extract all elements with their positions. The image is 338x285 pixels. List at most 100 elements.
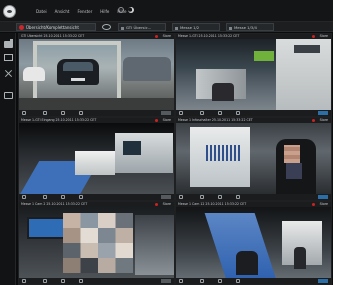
layout-tab-overview[interactable]: Übersicht/Komplettansicht	[16, 23, 96, 31]
menu-item-help[interactable]: Hilfe	[100, 9, 109, 14]
camera-icon[interactable]	[4, 39, 13, 48]
audio-icon[interactable]	[236, 279, 240, 283]
app-logo-icon[interactable]	[3, 5, 16, 18]
record-indicator-icon	[155, 203, 158, 206]
video-feed[interactable]	[176, 123, 331, 194]
record-indicator-icon	[312, 35, 315, 38]
tools-icon[interactable]	[4, 70, 13, 77]
tile-controls	[19, 110, 174, 116]
video-surveillance-app: Datei Ansicht Fenster Hilfe Hilfe Übersi…	[0, 0, 333, 285]
tile-controls	[176, 194, 331, 200]
camera-tile[interactable]: Messe 1-GTI Eingang 25.10.2011 15:33:22 …	[18, 117, 175, 201]
ptz-icon[interactable]	[179, 111, 183, 115]
tab-gti-overview[interactable]: GTI Übersic...	[118, 23, 166, 31]
tab-messe-1-3-4[interactable]: Messe 1/3/4	[226, 23, 274, 31]
video-feed[interactable]	[176, 39, 331, 110]
tab-label: GTI Übersic...	[126, 25, 152, 30]
store-badge: Store	[319, 118, 328, 122]
store-badge: Store	[319, 202, 328, 206]
camera-title: Messe 1-GTI 25.10.2011 15:33:22 CET	[178, 34, 240, 38]
car	[23, 67, 45, 81]
camera-tile[interactable]: Messe 1 Cam 12 25.10.2011 15:33:22 CET S…	[175, 201, 332, 285]
camera-title: Messe 1-GTI Eingang 25.10.2011 15:33:22 …	[21, 118, 97, 122]
video-feed[interactable]	[19, 123, 174, 194]
menu-item-view[interactable]: Ansicht	[55, 9, 70, 14]
stream-selector[interactable]	[318, 279, 328, 283]
car	[57, 59, 99, 85]
store-badge: Store	[162, 118, 171, 122]
counter	[75, 151, 115, 175]
ptz-icon[interactable]	[179, 279, 183, 283]
toolbar: Übersicht/Komplettansicht GTI Übersic...…	[0, 22, 333, 32]
ptz-icon[interactable]	[22, 195, 26, 199]
ptz-icon[interactable]	[179, 195, 183, 199]
car	[123, 57, 171, 81]
snapshot-icon[interactable]	[61, 195, 65, 199]
menu-item-window[interactable]: Fenster	[77, 9, 92, 14]
ptz-icon[interactable]	[22, 279, 26, 283]
camera-tile[interactable]: GTI Übersicht 25.10.2011 15:33:22 CET St…	[18, 33, 175, 117]
tab-messe-1-2[interactable]: Messe 1/2	[172, 23, 220, 31]
audio-icon[interactable]	[79, 279, 83, 283]
sign-lettering	[206, 145, 240, 161]
ptz-icon[interactable]	[22, 111, 26, 115]
layout-tab-label: Übersicht/Komplettansicht	[26, 25, 79, 30]
stream-selector[interactable]	[318, 195, 328, 199]
camera-tile[interactable]: Messe 1 Cam 2 25.10.2011 15:33:22 CET St…	[18, 201, 175, 285]
stream-selector[interactable]	[161, 111, 171, 115]
eye-icon[interactable]	[102, 24, 111, 30]
monitor-icon[interactable]	[4, 54, 13, 61]
zoom-icon[interactable]	[43, 279, 47, 283]
tile-controls	[176, 278, 331, 284]
tab-label: Messe 1/2	[180, 25, 200, 30]
video-feed[interactable]	[19, 207, 174, 278]
floor	[19, 98, 174, 110]
tab-label: Messe 1/3/4	[234, 25, 257, 30]
stream-selector[interactable]	[161, 279, 171, 283]
settings-icon[interactable]	[118, 7, 124, 13]
video-feed[interactable]	[176, 207, 331, 278]
menu-bar: Datei Ansicht Fenster Hilfe Hilfe	[0, 0, 333, 22]
audio-icon[interactable]	[79, 195, 83, 199]
audio-icon[interactable]	[79, 111, 83, 115]
left-sidebar	[0, 33, 16, 285]
camera-icon	[175, 26, 178, 30]
snapshot-icon[interactable]	[61, 279, 65, 283]
camera-title: Messe 1 Cam 12 25.10.2011 15:33:22 CET	[178, 202, 247, 206]
snapshot-icon[interactable]	[218, 279, 222, 283]
pixelated-faces	[63, 213, 133, 273]
main-menu: Datei Ansicht Fenster Hilfe Hilfe	[36, 9, 127, 14]
snapshot-icon[interactable]	[218, 111, 222, 115]
night-mode-icon[interactable]	[128, 7, 134, 13]
zoom-icon[interactable]	[43, 195, 47, 199]
camera-title: GTI Übersicht 25.10.2011 15:33:22 CET	[21, 34, 85, 38]
video-feed[interactable]	[19, 39, 174, 110]
record-indicator-icon	[312, 119, 315, 122]
zoom-icon[interactable]	[200, 195, 204, 199]
audio-icon[interactable]	[236, 111, 240, 115]
snapshot-icon[interactable]	[218, 195, 222, 199]
stream-selector[interactable]	[318, 111, 328, 115]
camera-title: Messe 1 Infoschalter 25.10.2011 15:33:22…	[178, 118, 253, 122]
store-badge: Store	[162, 202, 171, 206]
audio-icon[interactable]	[236, 195, 240, 199]
store-badge: Store	[162, 34, 171, 38]
record-indicator-icon	[155, 119, 158, 122]
camera-icon	[229, 26, 232, 30]
menu-icons	[118, 7, 134, 13]
record-indicator-icon	[312, 203, 315, 206]
camera-tile[interactable]: Messe 1-GTI 25.10.2011 15:33:22 CET Stor…	[175, 33, 332, 117]
tile-controls	[176, 110, 331, 116]
stream-selector[interactable]	[161, 195, 171, 199]
camera-tile[interactable]: Messe 1 Infoschalter 25.10.2011 15:33:22…	[175, 117, 332, 201]
visitors	[212, 83, 234, 101]
menu-item-file[interactable]: Datei	[36, 9, 47, 14]
zoom-icon[interactable]	[200, 279, 204, 283]
recording-icon[interactable]	[4, 92, 13, 99]
zoom-icon[interactable]	[43, 111, 47, 115]
green-sign	[254, 51, 274, 61]
display-screen	[123, 141, 141, 155]
snapshot-icon[interactable]	[61, 111, 65, 115]
zoom-icon[interactable]	[200, 111, 204, 115]
store-badge: Store	[319, 34, 328, 38]
